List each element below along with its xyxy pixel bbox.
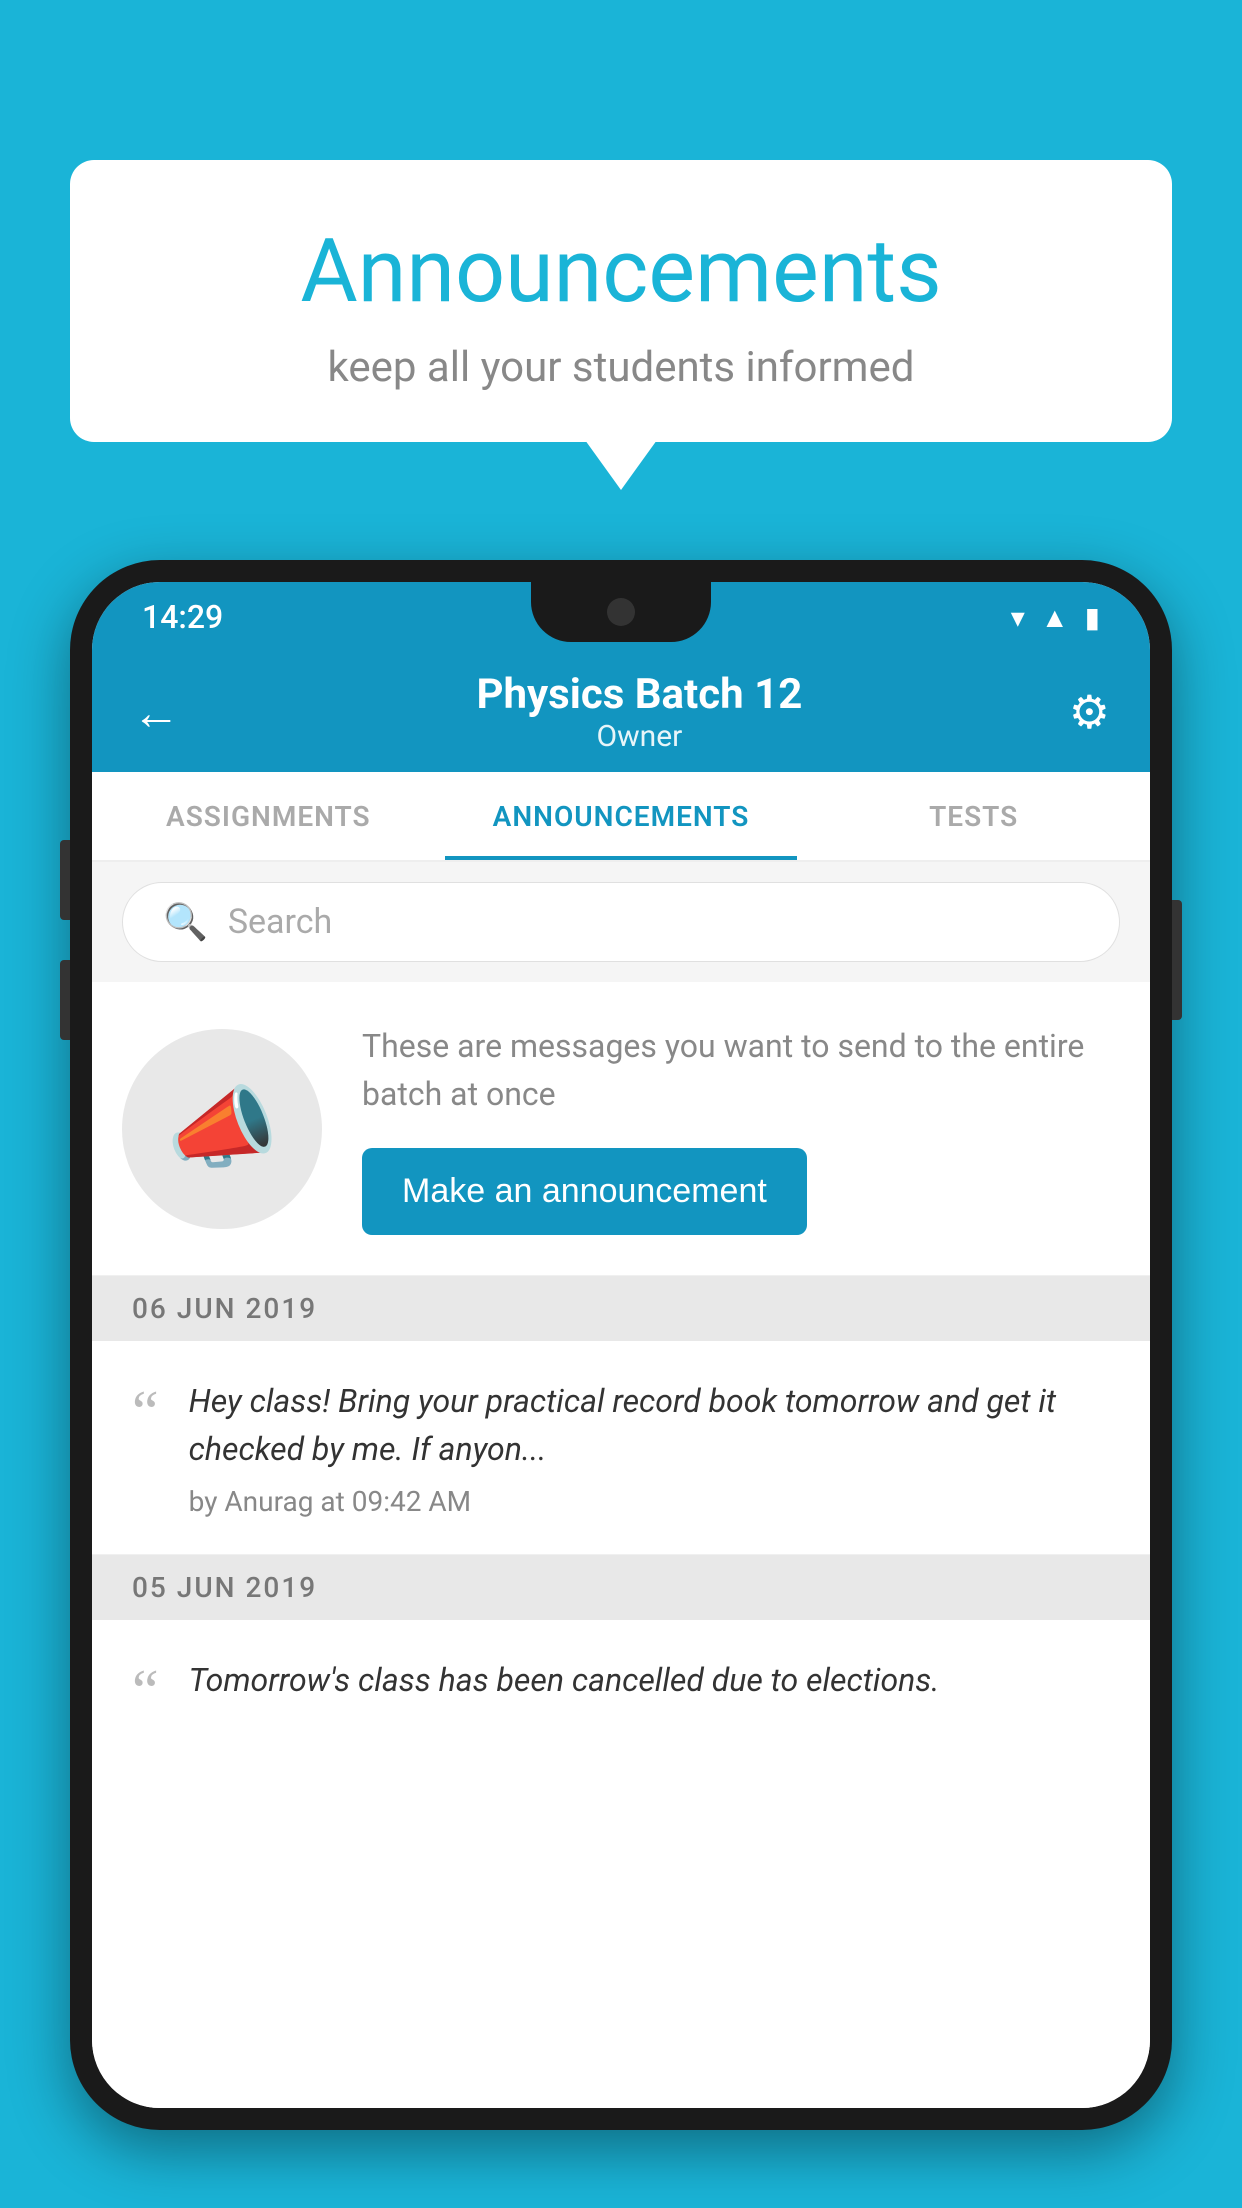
announcement-content-1: Hey class! Bring your practical record b… <box>189 1377 1110 1518</box>
announcement-prompt: 📣 These are messages you want to send to… <box>92 982 1150 1276</box>
quote-icon-1: “ <box>132 1382 159 1442</box>
tabs-bar: ASSIGNMENTS ANNOUNCEMENTS TESTS <box>92 772 1150 862</box>
megaphone-icon: 📣 <box>166 1076 278 1181</box>
app-bar-subtitle: Owner <box>210 719 1069 754</box>
signal-icon: ▲ <box>1041 601 1069 634</box>
phone-mockup: 14:29 ▾ ▲ ▮ ← Physics Batch 12 Owner ⚙ <box>70 560 1172 2208</box>
make-announcement-button[interactable]: Make an announcement <box>362 1148 807 1235</box>
settings-icon[interactable]: ⚙ <box>1069 685 1110 740</box>
announcement-right: These are messages you want to send to t… <box>362 1022 1120 1235</box>
app-bar-title-area: Physics Batch 12 Owner <box>210 670 1069 754</box>
back-button[interactable]: ← <box>132 684 180 741</box>
speech-bubble-section: Announcements keep all your students inf… <box>70 160 1172 442</box>
app-bar: ← Physics Batch 12 Owner ⚙ <box>92 652 1150 772</box>
announcement-icon-circle: 📣 <box>122 1029 322 1229</box>
tab-announcements[interactable]: ANNOUNCEMENTS <box>445 772 798 860</box>
announcement-text-2: Tomorrow's class has been cancelled due … <box>189 1656 1110 1704</box>
date-divider-1: 06 JUN 2019 <box>92 1276 1150 1341</box>
announcement-author-1: by Anurag at 09:42 AM <box>189 1485 1110 1518</box>
bubble-title: Announcements <box>130 220 1112 323</box>
announcement-item-2: “ Tomorrow's class has been cancelled du… <box>92 1620 1150 1757</box>
tab-assignments[interactable]: ASSIGNMENTS <box>92 772 445 860</box>
volume-down-button <box>60 960 70 1040</box>
search-bar[interactable]: 🔍 Search <box>122 882 1120 962</box>
bubble-subtitle: keep all your students informed <box>130 343 1112 392</box>
content-area: 🔍 Search 📣 These are messages you want t… <box>92 862 1150 2108</box>
status-time: 14:29 <box>142 598 223 636</box>
announcement-text-1: Hey class! Bring your practical record b… <box>189 1377 1110 1473</box>
phone-frame: 14:29 ▾ ▲ ▮ ← Physics Batch 12 Owner ⚙ <box>70 560 1172 2130</box>
phone-notch <box>531 582 711 642</box>
volume-up-button <box>60 840 70 920</box>
app-bar-title: Physics Batch 12 <box>210 670 1069 719</box>
front-camera <box>607 598 635 626</box>
announcement-item-1: “ Hey class! Bring your practical record… <box>92 1341 1150 1555</box>
search-placeholder: Search <box>228 902 332 942</box>
status-icons: ▾ ▲ ▮ <box>1011 601 1100 634</box>
wifi-icon: ▾ <box>1011 601 1025 634</box>
tab-tests[interactable]: TESTS <box>797 772 1150 860</box>
search-icon: 🔍 <box>163 901 208 943</box>
power-button <box>1172 900 1182 1020</box>
announcement-description: These are messages you want to send to t… <box>362 1022 1120 1118</box>
announcement-content-2: Tomorrow's class has been cancelled due … <box>189 1656 1110 1716</box>
search-container: 🔍 Search <box>92 862 1150 982</box>
battery-icon: ▮ <box>1085 601 1100 634</box>
speech-bubble: Announcements keep all your students inf… <box>70 160 1172 442</box>
phone-screen: 14:29 ▾ ▲ ▮ ← Physics Batch 12 Owner ⚙ <box>92 582 1150 2108</box>
date-divider-2: 05 JUN 2019 <box>92 1555 1150 1620</box>
quote-icon-2: “ <box>132 1661 159 1721</box>
